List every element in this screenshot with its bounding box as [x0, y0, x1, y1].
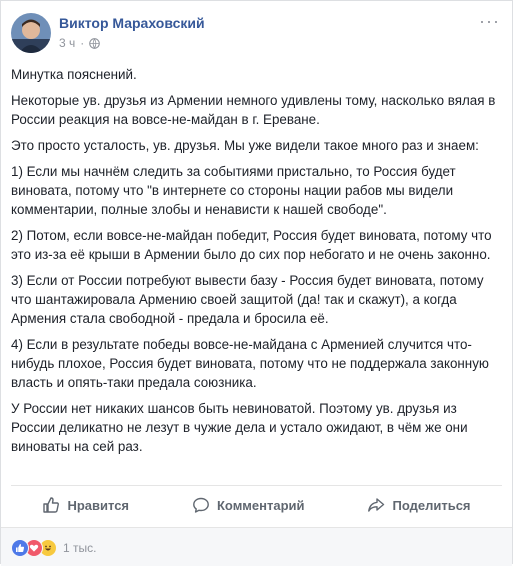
author-name-link[interactable]: Виктор Мараховский [59, 15, 205, 31]
post-header: Виктор Мараховский 3 ч · ··· [1, 1, 512, 63]
post-meta: 3 ч · [59, 36, 101, 50]
post-paragraph: Это просто усталость, ув. друзья. Мы уже… [11, 138, 479, 153]
post-paragraph: 1) Если мы начнём следить за событиями п… [11, 164, 456, 217]
reactions-summary[interactable]: 1 тыс. [11, 539, 96, 557]
like-label: Нравится [67, 497, 130, 513]
post-actions: Нравится Комментарий Поделиться [11, 488, 502, 522]
reaction-count: 1 тыс. [63, 541, 97, 555]
post-timestamp[interactable]: 3 ч [59, 36, 75, 50]
post-paragraph: У России нет никаких шансов быть невинов… [11, 401, 468, 454]
more-options-icon[interactable]: ··· [479, 11, 500, 32]
post-card: Виктор Мараховский 3 ч · ··· Минутка поя… [0, 0, 513, 566]
author-avatar[interactable] [11, 13, 51, 53]
share-button[interactable]: Поделиться [367, 496, 471, 514]
share-label: Поделиться [392, 497, 471, 513]
globe-icon [89, 37, 101, 49]
comment-button[interactable]: Комментарий [192, 496, 305, 514]
share-icon [368, 498, 385, 512]
post-paragraph: 2) Потом, если вовсе-не-майдан победит, … [11, 228, 492, 262]
comment-icon [193, 497, 209, 513]
like-button[interactable]: Нравится [42, 496, 129, 514]
post-body: Минутка пояснений. Некоторые ув. друзья … [11, 65, 504, 463]
meta-separator: · [80, 36, 85, 50]
like-reaction-icon [11, 539, 29, 557]
post-paragraph: 4) Если в результате победы вовсе-не-май… [11, 337, 489, 390]
post-paragraph: 3) Если от России потребуют вывести базу… [11, 273, 484, 326]
avatar-image [11, 13, 51, 53]
reactions-bar: 1 тыс. [1, 527, 512, 566]
post-paragraph: Некоторые ув. друзья из Армении немного … [11, 93, 496, 127]
comment-label: Комментарий [216, 497, 305, 513]
actions-divider [11, 485, 502, 486]
thumbs-up-icon [43, 497, 60, 513]
post-paragraph: Минутка пояснений. [11, 67, 137, 82]
